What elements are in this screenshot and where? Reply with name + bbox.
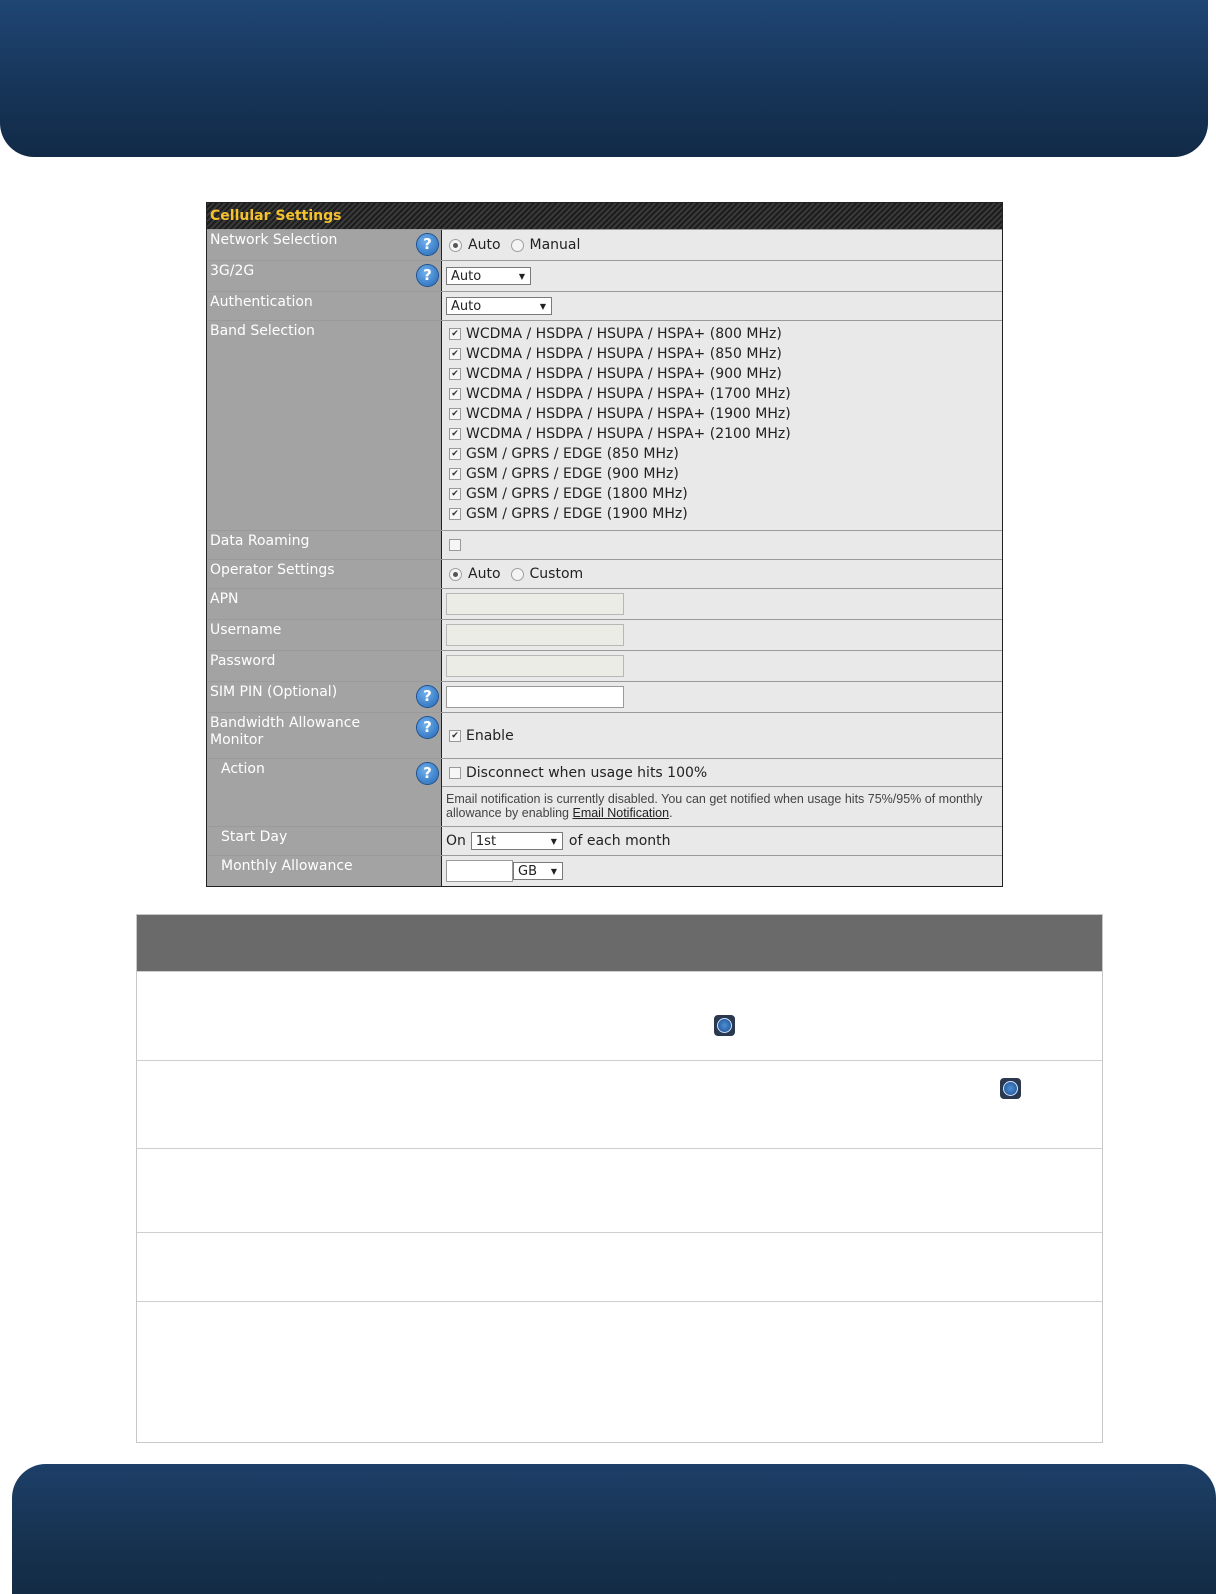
row-sim-pin: SIM PIN (Optional) ? (207, 681, 1002, 712)
help-icon[interactable]: ? (417, 763, 438, 784)
checkbox-checked[interactable]: ✔ (449, 508, 461, 520)
mode-label: 3G/2G (210, 263, 255, 279)
action-label: Action (221, 761, 265, 777)
apn-input[interactable] (446, 593, 624, 615)
operator-settings-label: Operator Settings (210, 562, 335, 578)
data-roaming-label: Data Roaming (210, 533, 310, 549)
sim-pin-label: SIM PIN (Optional) (210, 684, 338, 700)
band-item[interactable]: ✔ GSM / GPRS / EDGE (1900 MHz) (446, 504, 998, 524)
page-footer-band (12, 1464, 1216, 1594)
email-notification-note: Email notification is currently disabled… (442, 786, 1002, 826)
network-manual-label: Manual (529, 237, 581, 253)
operator-auto-radio[interactable] (449, 567, 462, 581)
band-item[interactable]: ✔ GSM / GPRS / EDGE (1800 MHz) (446, 484, 998, 504)
password-label: Password (210, 653, 276, 669)
row-operator-settings: Operator Settings Auto Custom (207, 559, 1002, 588)
table-row (137, 1301, 1102, 1442)
table-row (137, 971, 1102, 1060)
start-day-select[interactable]: 1st (470, 832, 563, 851)
authentication-label: Authentication (210, 294, 313, 310)
row-username: Username (207, 619, 1002, 650)
authentication-select[interactable]: Auto (446, 297, 552, 316)
network-auto-label: Auto (468, 237, 501, 253)
row-band-selection: Band Selection ✔ WCDMA / HSDPA / HSUPA / … (207, 320, 1002, 530)
page-header-band (0, 0, 1208, 157)
bandwidth-monitor-label: Bandwidth Allowance Monitor (210, 715, 361, 748)
row-password: Password (207, 650, 1002, 681)
table-row (137, 1148, 1102, 1232)
apn-label: APN (210, 591, 239, 607)
monthly-allowance-input[interactable] (446, 860, 513, 882)
email-notification-link[interactable]: Email Notification (572, 806, 669, 820)
network-selection-label: Network Selection (210, 232, 338, 248)
start-day-prefix: On (446, 833, 466, 849)
operator-custom-radio[interactable] (510, 567, 524, 581)
username-input[interactable] (446, 624, 624, 646)
band-item[interactable]: ✔ WCDMA / HSDPA / HSUPA / HSPA+ (800 MHz) (446, 324, 998, 344)
band-item[interactable]: ✔ WCDMA / HSDPA / HSUPA / HSPA+ (2100 MHz… (446, 424, 998, 444)
help-icon[interactable]: ? (417, 265, 438, 286)
panel-title: Cellular Settings (207, 203, 1002, 229)
disconnect-label: Disconnect when usage hits 100% (466, 764, 708, 781)
bandwidth-enable-label: Enable (466, 727, 514, 744)
network-auto-radio[interactable] (449, 238, 462, 252)
monthly-allowance-label: Monthly Allowance (221, 858, 353, 874)
username-label: Username (210, 622, 282, 638)
checkbox-checked[interactable]: ✔ (449, 408, 461, 420)
network-manual-radio[interactable] (510, 238, 524, 252)
band-selection-label: Band Selection (210, 323, 315, 339)
row-data-roaming: Data Roaming (207, 530, 1002, 559)
help-icon[interactable]: ? (417, 717, 438, 738)
table-row (137, 1060, 1102, 1148)
reference-table-header (137, 915, 1102, 971)
band-item[interactable]: ✔ WCDMA / HSDPA / HSUPA / HSPA+ (850 MHz) (446, 344, 998, 364)
checkbox-checked[interactable]: ✔ (449, 368, 461, 380)
checkbox-checked[interactable]: ✔ (449, 448, 461, 460)
checkbox-checked[interactable]: ✔ (449, 388, 461, 400)
table-row (137, 1232, 1102, 1301)
help-icon (1000, 1078, 1021, 1099)
help-icon[interactable]: ? (417, 686, 438, 707)
checkbox-checked[interactable]: ✔ (449, 428, 461, 440)
operator-auto-label: Auto (468, 566, 501, 582)
band-item[interactable]: ✔ GSM / GPRS / EDGE (850 MHz) (446, 444, 998, 464)
band-item[interactable]: ✔ WCDMA / HSDPA / HSUPA / HSPA+ (900 MHz) (446, 364, 998, 384)
row-monthly-allowance: Monthly Allowance GB (207, 855, 1002, 886)
help-icon[interactable]: ? (417, 234, 438, 255)
data-roaming-checkbox[interactable] (449, 539, 461, 551)
start-day-label: Start Day (221, 829, 288, 845)
mode-select[interactable]: Auto (446, 267, 531, 286)
row-authentication: Authentication Auto (207, 291, 1002, 320)
row-bandwidth-monitor: Bandwidth Allowance Monitor ? ✔ Enable (207, 712, 1002, 758)
checkbox-checked[interactable]: ✔ (449, 468, 461, 480)
password-input[interactable] (446, 655, 624, 677)
start-day-suffix: of each month (568, 833, 671, 849)
band-item[interactable]: ✔ WCDMA / HSDPA / HSUPA / HSPA+ (1700 MHz… (446, 384, 998, 404)
checkbox-checked[interactable]: ✔ (449, 488, 461, 500)
cellular-settings-panel: Cellular Settings Network Selection ? Au… (206, 202, 1003, 887)
row-apn: APN (207, 588, 1002, 619)
sim-pin-input[interactable] (446, 686, 624, 708)
checkbox-checked[interactable]: ✔ (449, 328, 461, 340)
operator-custom-label: Custom (529, 566, 584, 582)
band-item[interactable]: ✔ WCDMA / HSDPA / HSUPA / HSPA+ (1900 MHz… (446, 404, 998, 424)
help-icon (714, 1015, 735, 1036)
checkbox-checked[interactable]: ✔ (449, 348, 461, 360)
band-list: ✔ WCDMA / HSDPA / HSUPA / HSPA+ (800 MHz)… (442, 321, 1002, 530)
row-start-day: Start Day On 1st of each month (207, 826, 1002, 855)
allowance-unit-select[interactable]: GB (513, 862, 563, 881)
row-3g2g: 3G/2G ? Auto (207, 260, 1002, 291)
disconnect-checkbox[interactable] (449, 766, 461, 779)
row-action: Action ? Disconnect when usage hits 100%… (207, 758, 1002, 826)
row-network-selection: Network Selection ? Auto Manual (207, 229, 1002, 260)
reference-table (136, 914, 1103, 1443)
bandwidth-enable-checkbox[interactable]: ✔ (449, 729, 461, 742)
band-item[interactable]: ✔ GSM / GPRS / EDGE (900 MHz) (446, 464, 998, 484)
